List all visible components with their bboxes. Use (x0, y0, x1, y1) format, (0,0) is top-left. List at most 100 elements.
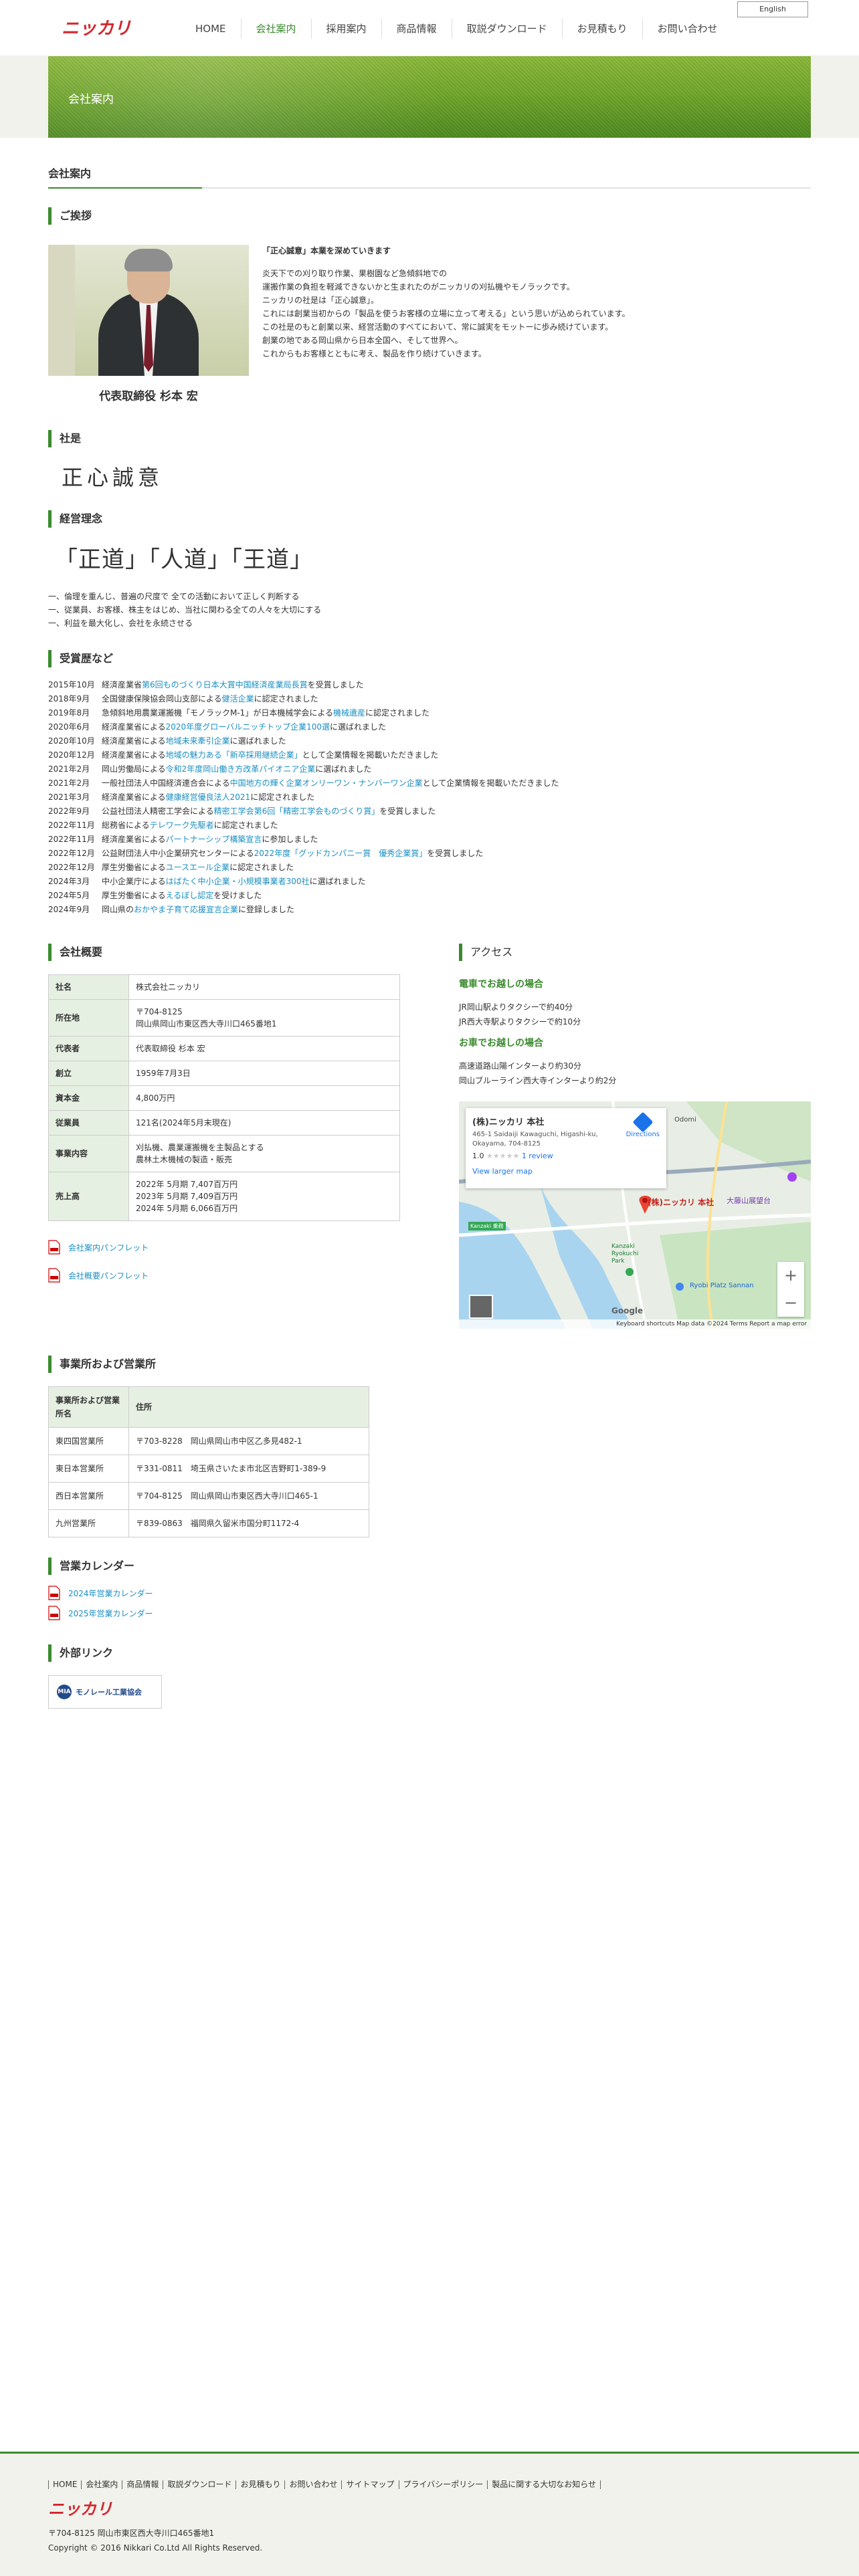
office-name: 九州営業所 (48, 1509, 129, 1537)
award-link[interactable]: 機械遺産 (333, 708, 365, 718)
award-text: 厚生労働省による (102, 891, 166, 900)
nav-manuals[interactable]: 取説ダウンロード (451, 19, 562, 39)
nikkari-logo[interactable]: ニッカリ (62, 16, 135, 39)
award-item: 2019年8月 急傾斜地用農業運搬機「モノラックM-1」が日本機械学会による機械遺… (48, 706, 811, 720)
award-text: 中小企業庁による (102, 877, 166, 886)
award-date: 2022年12月 (48, 849, 95, 858)
footer-link[interactable]: サイトマップ (341, 2480, 398, 2489)
award-link[interactable]: えるぼし認定 (166, 891, 214, 900)
footer-link[interactable]: HOME (48, 2480, 81, 2489)
office-name: 東四国営業所 (48, 1427, 129, 1455)
pdf-link-label[interactable]: 会社案内パンフレット (68, 1242, 149, 1253)
award-link[interactable]: 第6回ものづくり日本大賞中国経済産業局長賞 (142, 680, 308, 689)
pdf-link-company-brochure[interactable]: 会社案内パンフレット (48, 1240, 400, 1255)
pdf-link-overview-brochure[interactable]: 会社概要パンフレット (48, 1268, 400, 1283)
footer-link[interactable]: 取説ダウンロード (163, 2480, 235, 2489)
award-link[interactable]: 精密工学会第6回「精密工学会ものづくり賞」 (214, 807, 380, 816)
overview-value: 代表取締役 杉本 宏 (128, 1036, 400, 1061)
greeting-line: 運搬作業の負担を軽減できないかと生まれたのがニッカリの刈払機やモノラックです。 (262, 282, 575, 292)
greeting-title: ご挨拶 (48, 207, 811, 225)
footer-link[interactable]: 商品情報 (122, 2480, 163, 2489)
award-link[interactable]: ユースエール企業 (166, 863, 229, 872)
greeting-headline: 「正心誠意」本業を深めていきます (262, 246, 391, 255)
view-larger-map-link[interactable]: View larger map (472, 1167, 660, 1176)
car-access-heading: お車でお越しの場合 (459, 1038, 543, 1049)
map-reviews-link[interactable]: 1 review (522, 1152, 553, 1160)
footer-address: 〒704-8125 岡山市東区西大寺川口465番地1 (48, 2529, 215, 2538)
table-row: 東日本営業所 〒331-0811 埼玉県さいたま市北区吉野町1-389-9 (48, 1455, 369, 1483)
calendar-link-2025[interactable]: 2025年営業カレンダー (48, 1606, 811, 1620)
award-link[interactable]: 2020年度グローバルニッチトップ企業100選 (166, 722, 330, 732)
award-text: 公益社団法人精密工学会による (102, 807, 214, 816)
award-date: 2021年2月 (48, 778, 90, 788)
map-footer[interactable]: Keyboard shortcuts Map data ©2024 Terms … (459, 1319, 811, 1329)
calendar-link-label[interactable]: 2025年営業カレンダー (68, 1608, 153, 1619)
overview-label: 所在地 (48, 999, 129, 1037)
office-address: 〒839-0863 福岡県久留米市国分町1172-4 (128, 1509, 369, 1537)
zoom-out-button[interactable]: − (777, 1289, 804, 1317)
offices-header-row: 事業所および営業所名 住所 (48, 1386, 369, 1428)
award-item: 2021年2月 一般社団法人中国経済連合会による中国地方の輝く企業オンリーワン・ナ… (48, 776, 811, 790)
footer-link[interactable]: お見積もり (235, 2480, 284, 2489)
nav-recruit[interactable]: 採用案内 (310, 19, 381, 39)
map-info-card: (株)ニッカリ 本社 465-1 Saidaiji Kawaguchi, Hig… (466, 1108, 666, 1188)
overview-label: 従業員 (48, 1110, 129, 1136)
table-row: 東四国営業所 〒703-8228 岡山県岡山市中区乙多見482-1 (48, 1427, 369, 1455)
nav-products[interactable]: 商品情報 (381, 19, 452, 39)
monorail-association-logo: MIA (57, 1685, 72, 1699)
awards-title: 受賞歴など (48, 650, 811, 667)
zoom-in-button[interactable]: + (777, 1262, 804, 1289)
award-item: 2021年3月 経済産業省による健康経営優良法人2021に認定されました (48, 790, 811, 804)
award-text: 経済産業省による (102, 750, 166, 760)
map-pin-label[interactable]: (株)ニッカリ 本社 (648, 1196, 714, 1208)
footer-link[interactable]: 会社案内 (81, 2480, 122, 2489)
award-link[interactable]: パートナーシップ構築宣言 (166, 835, 262, 844)
footer-link[interactable]: お問い合わせ (284, 2480, 341, 2489)
calendar-link-label[interactable]: 2024年営業カレンダー (68, 1588, 153, 1599)
award-text: に選ばれました (309, 877, 366, 886)
access-line: 高速道路山陽インターより約30分 (459, 1061, 582, 1071)
footer-nikkari-logo[interactable]: ニッカリ (48, 2498, 120, 2519)
award-date: 2020年12月 (48, 750, 95, 760)
award-link[interactable]: おかやま子育て応援宣言企業 (134, 905, 238, 914)
award-link[interactable]: 健康経営優良法人2021 (166, 792, 251, 802)
calendar-link-2024[interactable]: 2024年営業カレンダー (48, 1586, 811, 1600)
award-text: を受賞しました (427, 849, 484, 858)
english-button[interactable]: English (737, 1, 808, 17)
overview-label: 事業内容 (48, 1135, 129, 1172)
greeting-line: ニッカリの社是は「正心誠意」。 (262, 296, 379, 305)
award-link[interactable]: 中国地方の輝く企業オンリーワン・ナンバーワン企業 (230, 778, 423, 788)
award-link[interactable]: 地域未来牽引企業 (166, 736, 230, 746)
overview-value-line: 株式会社ニッカリ (136, 982, 201, 992)
footer-link[interactable]: 製品に関する大切なお知らせ (487, 2480, 600, 2489)
overview-value-line: 4,800万円 (136, 1093, 175, 1103)
award-link[interactable]: 地域の魅力ある「新卒採用継続企業」 (166, 750, 302, 760)
offices-header-cell: 事業所および営業所名 (48, 1386, 129, 1428)
monorail-association-banner[interactable]: MIA モノレール工業協会 (48, 1675, 162, 1709)
map-label: Ryobi Platz Sannan (690, 1282, 754, 1289)
map-rating: 1.0 ★★★★★ 1 review (472, 1152, 660, 1160)
google-map[interactable]: (株)ニッカリ 本社 465-1 Saidaiji Kawaguchi, Hig… (459, 1101, 811, 1329)
pdf-link-label[interactable]: 会社概要パンフレット (68, 1270, 149, 1281)
footer-link[interactable]: プライバシーポリシー (398, 2480, 488, 2489)
award-item: 2018年9月 全国健康保険協会岡山支部による健活企業に認定されました (48, 692, 811, 706)
award-link[interactable]: テレワーク先駆者 (150, 821, 214, 830)
nav-contact[interactable]: お問い合わせ (642, 19, 733, 39)
award-text: として企業情報を掲載いただきました (302, 750, 439, 760)
nav-estimate[interactable]: お見積もり (561, 19, 642, 39)
external-links-title: 外部リンク (48, 1644, 811, 1662)
nav-home[interactable]: HOME (181, 19, 241, 39)
award-link[interactable]: はばたく中小企業・小規模事業者300社 (166, 877, 310, 886)
award-link[interactable]: 2022年度「グッドカンパニー賞 優秀企業賞」 (254, 849, 427, 858)
nav-company[interactable]: 会社案内 (240, 19, 311, 39)
greeting-line: これからもお客様とともに考え、製品を作り続けていきます。 (262, 349, 486, 358)
award-text: に選ばれました (329, 722, 386, 732)
overview-row: 従業員 121名(2024年5月末現在) (48, 1110, 400, 1136)
footer-links: HOME 会社案内 商品情報 取説ダウンロード お見積もり お問い合わせ サイトマップ プライ… (48, 2480, 601, 2489)
award-text: 急傾斜地用農業運搬機「モノラックM-1」が日本機械学会による (102, 708, 333, 718)
star-rating-icon: ★★★★★ (486, 1152, 520, 1160)
footer-copyright: Copyright © 2016 Nikkari Co.Ltd All Righ… (48, 2543, 263, 2553)
award-link[interactable]: 令和2年度岡山働き方改革パイオニア企業 (166, 764, 316, 774)
directions-button[interactable]: Directions (626, 1111, 660, 1138)
award-link[interactable]: 健活企業 (222, 694, 254, 704)
